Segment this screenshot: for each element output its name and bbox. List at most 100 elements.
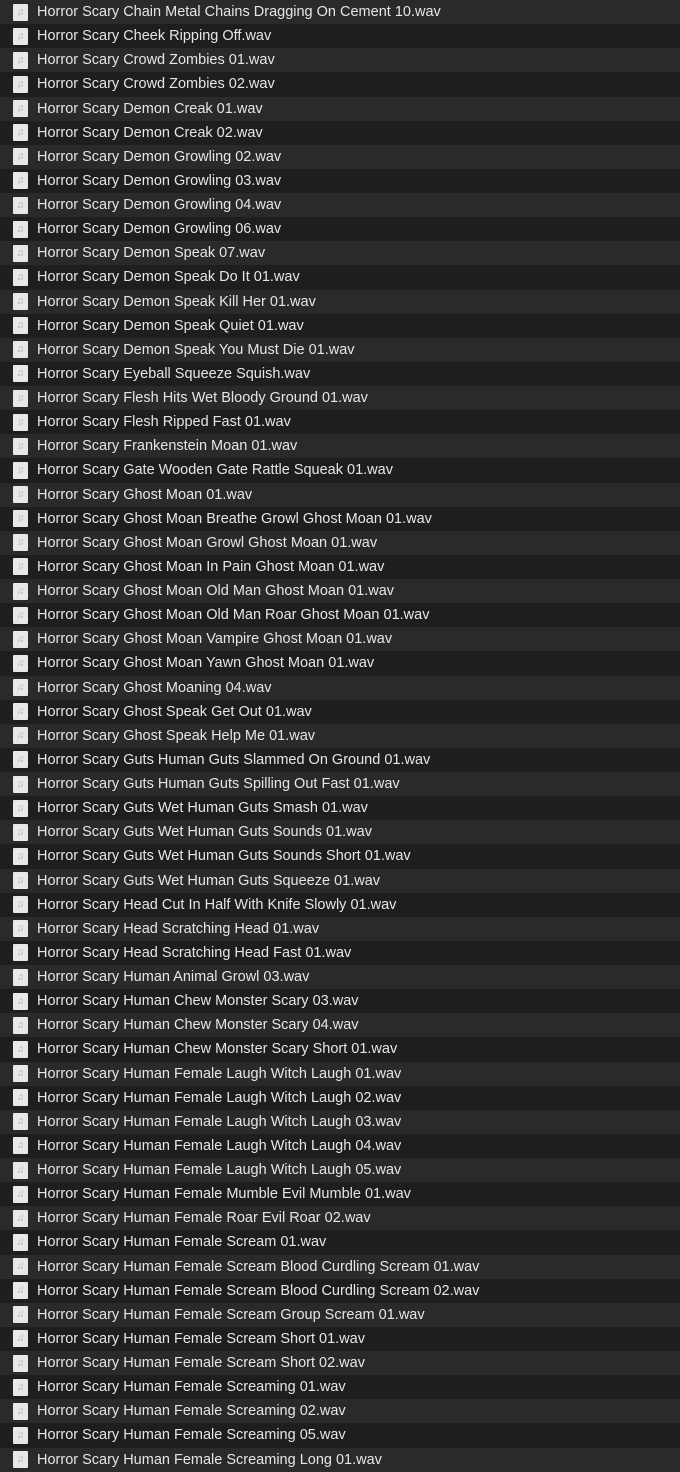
file-row[interactable]: ♫ Horror Scary Demon Growling 04.wav bbox=[0, 193, 680, 218]
file-name: Horror Scary Ghost Moan In Pain Ghost Mo… bbox=[37, 558, 385, 575]
file-row[interactable]: ♫ Horror Scary Eyeball Squeeze Squish.wav bbox=[0, 361, 680, 386]
file-row[interactable]: ♫ Horror Scary Demon Speak You Must Die 0… bbox=[0, 337, 680, 362]
audio-file-icon: ♫ bbox=[13, 968, 28, 986]
file-row[interactable]: ♫ Horror Scary Chain Metal Chains Draggin… bbox=[0, 0, 680, 25]
file-row[interactable]: ♫ Horror Scary Human Animal Growl 03.wav bbox=[0, 965, 680, 990]
file-row[interactable]: ♫ Horror Scary Human Female Screaming 02.… bbox=[0, 1399, 680, 1424]
file-row[interactable]: ♫ Horror Scary Ghost Moan Old Man Ghost M… bbox=[0, 579, 680, 604]
file-name: Horror Scary Human Female Scream Group S… bbox=[37, 1306, 425, 1323]
file-row[interactable]: ♫ Horror Scary Head Cut In Half With Knif… bbox=[0, 892, 680, 917]
file-row[interactable]: ♫ Horror Scary Demon Growling 06.wav bbox=[0, 217, 680, 242]
audio-file-icon: ♫ bbox=[13, 75, 28, 93]
file-row[interactable]: ♫ Horror Scary Ghost Moan Growl Ghost Moa… bbox=[0, 530, 680, 555]
audio-file-icon: ♫ bbox=[13, 992, 28, 1010]
file-row[interactable]: ♫ Horror Scary Guts Wet Human Guts Squeez… bbox=[0, 868, 680, 893]
file-row[interactable]: ♫ Horror Scary Cheek Ripping Off.wav bbox=[0, 24, 680, 49]
file-row[interactable]: ♫ Horror Scary Ghost Moan Yawn Ghost Moan… bbox=[0, 651, 680, 676]
file-row[interactable]: ♫ Horror Scary Gate Wooden Gate Rattle Sq… bbox=[0, 458, 680, 483]
file-row[interactable]: ♫ Horror Scary Demon Creak 01.wav bbox=[0, 96, 680, 121]
file-row[interactable]: ♫ Horror Scary Human Female Mumble Evil M… bbox=[0, 1182, 680, 1207]
file-row[interactable]: ♫ Horror Scary Human Female Scream Blood … bbox=[0, 1254, 680, 1279]
file-name: Horror Scary Eyeball Squeeze Squish.wav bbox=[37, 365, 311, 382]
file-row[interactable]: ♫ Horror Scary Guts Wet Human Guts Sounds… bbox=[0, 820, 680, 845]
file-row[interactable]: ♫ Horror Scary Crowd Zombies 01.wav bbox=[0, 48, 680, 73]
file-name: Horror Scary Demon Speak Quiet 01.wav bbox=[37, 317, 304, 334]
file-name: Horror Scary Human Female Screaming Long… bbox=[37, 1451, 382, 1468]
file-row[interactable]: ♫ Horror Scary Ghost Moan 01.wav bbox=[0, 482, 680, 507]
audio-file-icon: ♫ bbox=[13, 461, 28, 479]
file-row[interactable]: ♫ Horror Scary Human Chew Monster Scary 0… bbox=[0, 989, 680, 1014]
file-row[interactable]: ♫ Horror Scary Ghost Moan Old Man Roar Gh… bbox=[0, 603, 680, 628]
file-name: Horror Scary Human Female Laugh Witch La… bbox=[37, 1162, 402, 1179]
file-row[interactable]: ♫ Horror Scary Head Scratching Head Fast … bbox=[0, 940, 680, 965]
file-row[interactable]: ♫ Horror Scary Ghost Moan Vampire Ghost M… bbox=[0, 627, 680, 652]
file-row[interactable]: ♫ Horror Scary Human Female Laugh Witch L… bbox=[0, 1133, 680, 1158]
file-name: Horror Scary Ghost Speak Help Me 01.wav bbox=[37, 727, 316, 744]
audio-file-icon: ♫ bbox=[13, 654, 28, 672]
file-row[interactable]: ♫ Horror Scary Demon Creak 02.wav bbox=[0, 120, 680, 145]
file-name: Horror Scary Guts Wet Human Guts Smash 0… bbox=[37, 800, 368, 817]
file-row[interactable]: ♫ Horror Scary Human Chew Monster Scary 0… bbox=[0, 1013, 680, 1038]
file-row[interactable]: ♫ Horror Scary Demon Speak Do It 01.wav bbox=[0, 265, 680, 290]
file-row[interactable]: ♫ Horror Scary Frankenstein Moan 01.wav bbox=[0, 434, 680, 459]
audio-file-icon: ♫ bbox=[13, 413, 28, 431]
file-row[interactable]: ♫ Horror Scary Human Female Scream 01.wav bbox=[0, 1230, 680, 1255]
file-row[interactable]: ♫ Horror Scary Human Female Scream Short … bbox=[0, 1326, 680, 1351]
file-row[interactable]: ♫ Horror Scary Guts Wet Human Guts Smash … bbox=[0, 796, 680, 821]
file-row[interactable]: ♫ Horror Scary Head Scratching Head 01.wa… bbox=[0, 916, 680, 941]
audio-file-icon: ♫ bbox=[13, 582, 28, 600]
file-name: Horror Scary Demon Growling 03.wav bbox=[37, 172, 282, 189]
file-name: Horror Scary Demon Speak Do It 01.wav bbox=[37, 269, 300, 286]
file-row[interactable]: ♫ Horror Scary Guts Human Guts Slammed On… bbox=[0, 747, 680, 772]
file-name: Horror Scary Human Animal Growl 03.wav bbox=[37, 969, 310, 986]
file-row[interactable]: ♫ Horror Scary Ghost Speak Help Me 01.wav bbox=[0, 723, 680, 748]
file-name: Horror Scary Human Female Screaming 02.w… bbox=[37, 1403, 346, 1420]
file-row[interactable]: ♫ Horror Scary Human Female Laugh Witch L… bbox=[0, 1109, 680, 1134]
file-row[interactable]: ♫ Horror Scary Crowd Zombies 02.wav bbox=[0, 72, 680, 97]
file-row[interactable]: ♫ Horror Scary Flesh Ripped Fast 01.wav bbox=[0, 410, 680, 435]
file-row[interactable]: ♫ Horror Scary Demon Speak 07.wav bbox=[0, 241, 680, 266]
file-row[interactable]: ♫ Horror Scary Demon Speak Kill Her 01.wa… bbox=[0, 289, 680, 314]
file-row[interactable]: ♫ Horror Scary Human Female Roar Evil Roa… bbox=[0, 1206, 680, 1231]
audio-file-icon: ♫ bbox=[13, 775, 28, 793]
file-row[interactable]: ♫ Horror Scary Guts Human Guts Spilling O… bbox=[0, 772, 680, 797]
file-name: Horror Scary Human Female Laugh Witch La… bbox=[37, 1137, 402, 1154]
file-row[interactable]: ♫ Horror Scary Flesh Hits Wet Bloody Grou… bbox=[0, 386, 680, 411]
file-name: Horror Scary Flesh Hits Wet Bloody Groun… bbox=[37, 390, 368, 407]
audio-file-icon: ♫ bbox=[13, 1258, 28, 1276]
file-row[interactable]: ♫ Horror Scary Ghost Moaning 04.wav bbox=[0, 675, 680, 700]
file-row[interactable]: ♫ Horror Scary Human Female Screaming 01.… bbox=[0, 1375, 680, 1400]
file-row[interactable]: ♫ Horror Scary Human Female Laugh Witch L… bbox=[0, 1085, 680, 1110]
file-row[interactable]: ♫ Horror Scary Ghost Speak Get Out 01.wav bbox=[0, 699, 680, 724]
file-name: Horror Scary Demon Growling 04.wav bbox=[37, 197, 282, 214]
file-name: Horror Scary Ghost Moan Growl Ghost Moan… bbox=[37, 534, 378, 551]
file-name: Horror Scary Demon Speak You Must Die 01… bbox=[37, 341, 355, 358]
file-row[interactable]: ♫ Horror Scary Human Female Screaming 05.… bbox=[0, 1423, 680, 1448]
file-name: Horror Scary Ghost Moan Breathe Growl Gh… bbox=[37, 510, 432, 527]
audio-file-icon: ♫ bbox=[13, 1451, 28, 1469]
audio-file-icon: ♫ bbox=[13, 920, 28, 938]
file-row[interactable]: ♫ Horror Scary Human Female Screaming Lon… bbox=[0, 1447, 680, 1472]
file-row[interactable]: ♫ Horror Scary Human Female Scream Blood … bbox=[0, 1278, 680, 1303]
file-row[interactable]: ♫ Horror Scary Demon Speak Quiet 01.wav bbox=[0, 313, 680, 338]
file-row[interactable]: ♫ Horror Scary Human Chew Monster Scary S… bbox=[0, 1037, 680, 1062]
file-row[interactable]: ♫ Horror Scary Ghost Moan Breathe Growl G… bbox=[0, 506, 680, 531]
file-name: Horror Scary Ghost Moan Yawn Ghost Moan … bbox=[37, 655, 375, 672]
file-list: ♫ Horror Scary Chain Metal Chains Draggin… bbox=[0, 0, 680, 1472]
file-row[interactable]: ♫ Horror Scary Human Female Scream Short … bbox=[0, 1351, 680, 1376]
audio-file-icon: ♫ bbox=[13, 896, 28, 914]
file-name: Horror Scary Human Chew Monster Scary Sh… bbox=[37, 1041, 398, 1058]
file-name: Horror Scary Frankenstein Moan 01.wav bbox=[37, 438, 298, 455]
file-row[interactable]: ♫ Horror Scary Ghost Moan In Pain Ghost M… bbox=[0, 554, 680, 579]
file-row[interactable]: ♫ Horror Scary Demon Growling 03.wav bbox=[0, 168, 680, 193]
file-row[interactable]: ♫ Horror Scary Human Female Scream Group … bbox=[0, 1302, 680, 1327]
audio-file-icon: ♫ bbox=[13, 1185, 28, 1203]
audio-file-icon: ♫ bbox=[13, 1113, 28, 1131]
file-row[interactable]: ♫ Horror Scary Guts Wet Human Guts Sounds… bbox=[0, 844, 680, 869]
file-name: Horror Scary Head Cut In Half With Knife… bbox=[37, 896, 397, 913]
file-row[interactable]: ♫ Horror Scary Demon Growling 02.wav bbox=[0, 144, 680, 169]
file-name: Horror Scary Crowd Zombies 02.wav bbox=[37, 76, 275, 93]
file-row[interactable]: ♫ Horror Scary Human Female Laugh Witch L… bbox=[0, 1061, 680, 1086]
audio-file-icon: ♫ bbox=[13, 1426, 28, 1444]
file-row[interactable]: ♫ Horror Scary Human Female Laugh Witch L… bbox=[0, 1158, 680, 1183]
